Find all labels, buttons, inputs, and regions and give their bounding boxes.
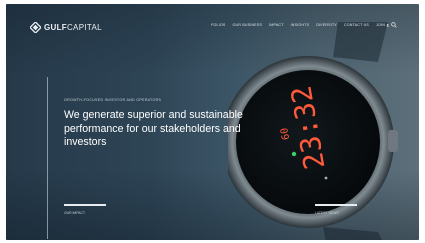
watch-time-small: 60 bbox=[279, 127, 292, 141]
nav-item-folios[interactable]: FOLIOS bbox=[211, 23, 225, 27]
our-impact-label: OUR IMPACT bbox=[64, 210, 86, 215]
nav-item-impact[interactable]: IMPACT bbox=[269, 23, 284, 27]
nav-item-contact-us[interactable]: CONTACT US bbox=[344, 23, 369, 27]
nav-item-join[interactable]: JOIN bbox=[376, 23, 385, 27]
nav-item-diversity[interactable]: DIVERSITY bbox=[316, 23, 337, 27]
link-underline bbox=[64, 204, 106, 206]
hero-banner: 23:32 60 GULFCAPITAL FOLIOS OUR BUSINESS… bbox=[6, 4, 419, 240]
search-icon[interactable] bbox=[391, 22, 397, 28]
logo-text: GULFCAPITAL bbox=[44, 22, 102, 32]
language-toggle[interactable]: ع bbox=[387, 22, 389, 27]
latest-news-link[interactable]: LATEST NEWS bbox=[315, 204, 359, 215]
our-impact-link[interactable]: OUR IMPACT bbox=[64, 204, 106, 215]
hero-eyebrow: GROWTH-FOCUSED INVESTOR AND OPERATORS bbox=[64, 98, 162, 102]
hero-headline: We generate superior and sustainable per… bbox=[64, 109, 243, 148]
latest-news-label: LATEST NEWS bbox=[315, 210, 339, 215]
link-underline bbox=[315, 204, 357, 206]
nav-item-insights[interactable]: INSIGHTS bbox=[291, 23, 310, 27]
main-nav: FOLIOS OUR BUSINESS IMPACT INSIGHTS DIVE… bbox=[211, 23, 385, 27]
logo-icon bbox=[30, 21, 41, 33]
vertical-divider bbox=[47, 77, 48, 239]
nav-item-our-business[interactable]: OUR BUSINESS bbox=[233, 23, 263, 27]
logo[interactable]: GULFCAPITAL bbox=[30, 20, 102, 34]
